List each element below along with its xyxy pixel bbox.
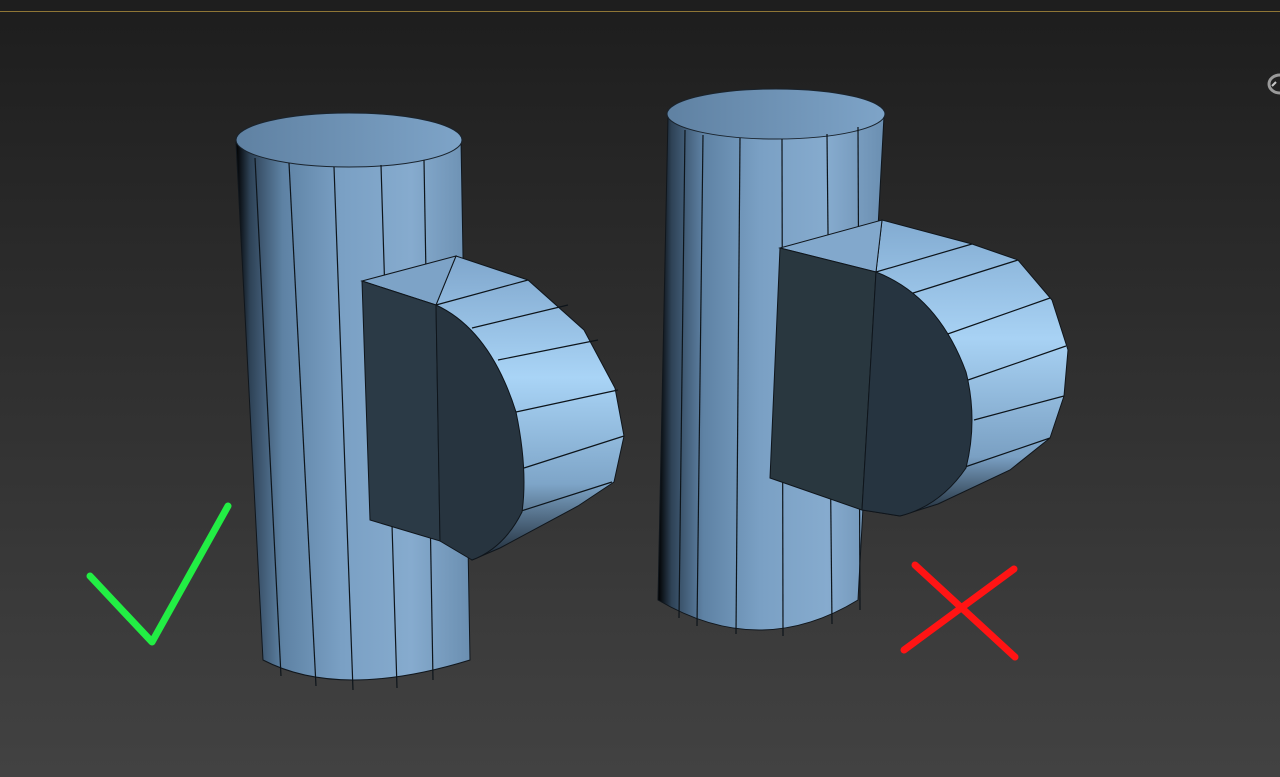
cylinder-top-cap xyxy=(235,112,463,168)
cylinder-with-extrusion-correct[interactable] xyxy=(235,112,625,691)
extrusion-side-face xyxy=(769,247,877,511)
viewport-scene[interactable] xyxy=(0,0,1280,777)
checkmark-icon xyxy=(86,502,232,646)
cylinder-top-cap xyxy=(666,88,886,140)
cylinder-with-extrusion-incorrect[interactable] xyxy=(657,88,1069,637)
extrusion-side-face xyxy=(361,280,441,542)
viewcube-icon[interactable] xyxy=(1266,66,1280,102)
cross-icon xyxy=(900,561,1019,661)
3d-viewport[interactable] xyxy=(0,0,1280,777)
